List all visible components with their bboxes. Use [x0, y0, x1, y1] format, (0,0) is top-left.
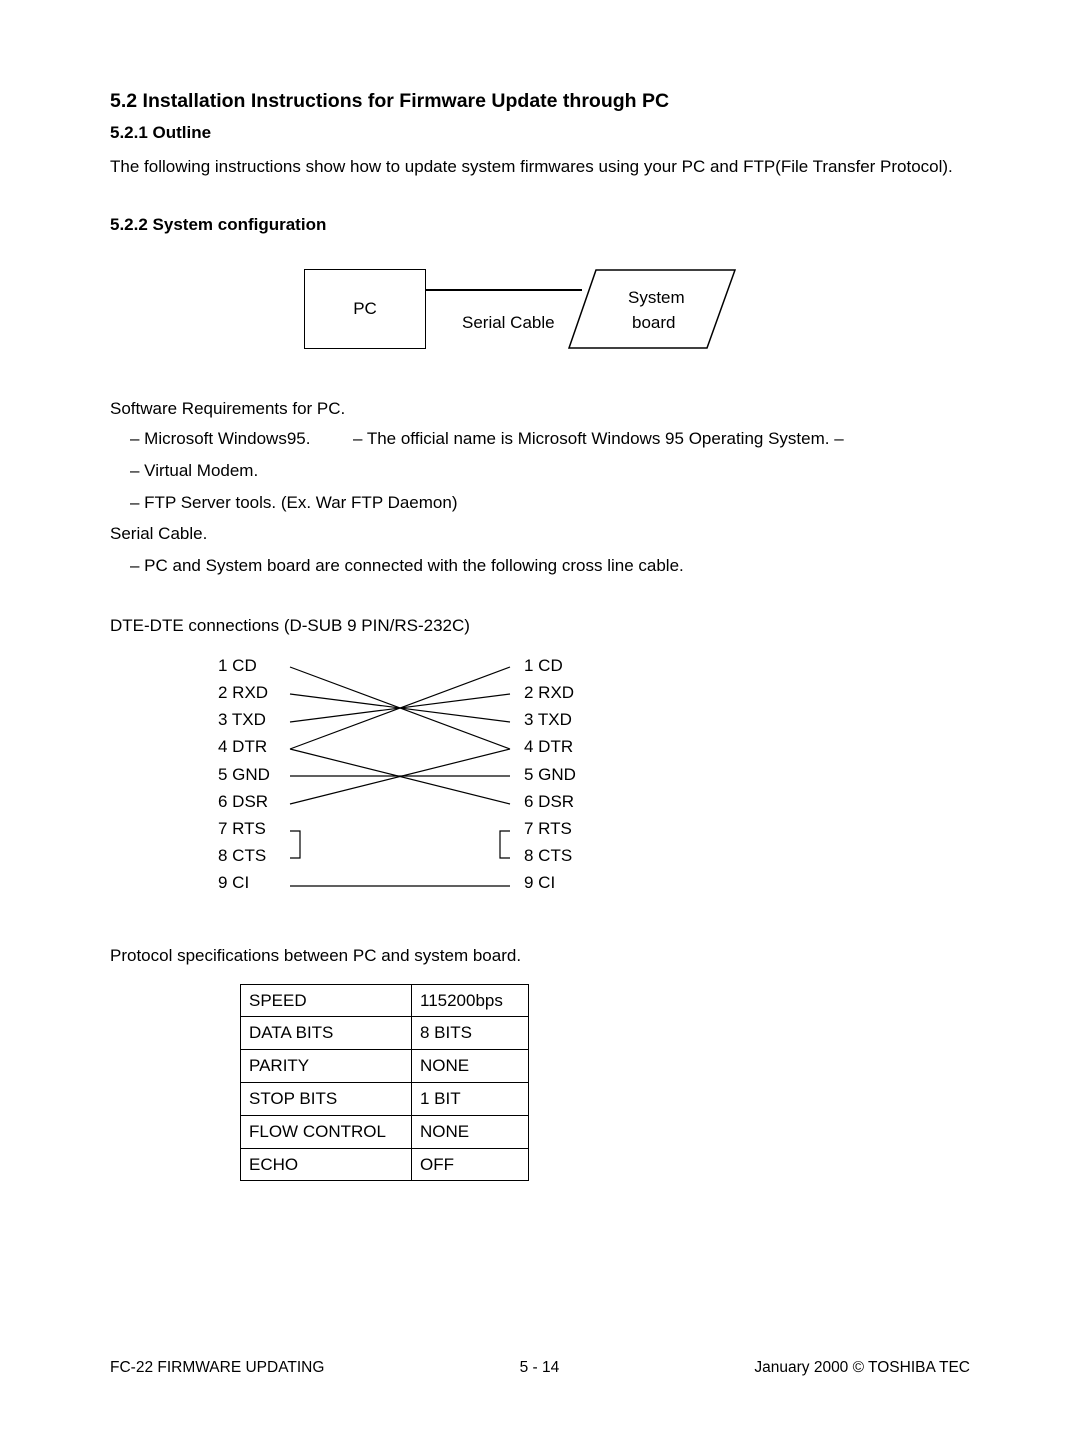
cell-k-1: DATA BITS [241, 1017, 412, 1050]
pin-right-2: 3 TXD [524, 710, 576, 730]
table-row: STOP BITS1 BIT [241, 1082, 529, 1115]
table-row: FLOW CONTROLNONE [241, 1115, 529, 1148]
swreq-item-0: – Microsoft Windows95. – The official na… [130, 427, 970, 451]
pin-right-1: 2 RXD [524, 683, 576, 703]
table-row: ECHOOFF [241, 1148, 529, 1181]
protocol-title: Protocol specifications between PC and s… [110, 944, 970, 968]
cell-v-1: 8 BITS [412, 1017, 529, 1050]
system-board-box: System board [568, 269, 736, 347]
pinout-lines [284, 661, 516, 911]
pin-left-8: 9 CI [218, 873, 249, 893]
pin-left-1: 2 RXD [218, 683, 268, 703]
pin-right-0: 1 CD [524, 656, 576, 676]
system-label-line1: System [628, 286, 685, 310]
pin-left-5: 6 DSR [218, 792, 268, 812]
software-req-head: Software Requirements for PC. [110, 397, 970, 421]
cell-k-4: FLOW CONTROL [241, 1115, 412, 1148]
swreq-item-1: – Virtual Modem. [130, 459, 970, 483]
cell-v-0: 115200bps [412, 984, 529, 1017]
protocol-table: SPEED115200bps DATA BITS8 BITS PARITYNON… [240, 984, 529, 1182]
heading-outline: 5.2.1 Outline [110, 121, 970, 145]
pin-right-column: 1 CD 2 RXD 3 TXD 4 DTR 5 GND 6 DSR 7 RTS… [524, 656, 576, 894]
cell-k-5: ECHO [241, 1148, 412, 1181]
cell-v-5: OFF [412, 1148, 529, 1181]
dte-title: DTE-DTE connections (D-SUB 9 PIN/RS-232C… [110, 614, 970, 638]
page-footer: FC-22 FIRMWARE UPDATING 5 - 14 January 2… [110, 1357, 970, 1379]
footer-mid: 5 - 14 [520, 1357, 560, 1379]
serial-cable-head: Serial Cable. [110, 522, 970, 546]
pin-left-6: 7 RTS [218, 819, 266, 839]
heading-main: 5.2 Installation Instructions for Firmwa… [110, 88, 970, 115]
table-row: PARITYNONE [241, 1050, 529, 1083]
table-row: SPEED115200bps [241, 984, 529, 1017]
system-label-line2: board [632, 311, 675, 335]
swreq-item-2: – FTP Server tools. (Ex. War FTP Daemon) [130, 491, 970, 515]
heading-sysconfig: 5.2.2 System configuration [110, 213, 970, 237]
serial-line [426, 289, 582, 291]
pin-left-4: 5 GND [218, 765, 270, 785]
system-diagram: PC Serial Cable System board [110, 249, 970, 379]
pin-left-7: 8 CTS [218, 846, 266, 866]
pc-label: PC [353, 297, 377, 321]
pin-right-8: 9 CI [524, 873, 576, 893]
cell-v-4: NONE [412, 1115, 529, 1148]
pin-left-3: 4 DTR [218, 737, 267, 757]
pin-left-0: 1 CD [218, 656, 257, 676]
pin-left-2: 3 TXD [218, 710, 266, 730]
cell-k-2: PARITY [241, 1050, 412, 1083]
pin-right-7: 8 CTS [524, 846, 576, 866]
pin-right-5: 6 DSR [524, 792, 576, 812]
footer-left: FC-22 FIRMWARE UPDATING [110, 1357, 324, 1379]
cell-k-0: SPEED [241, 984, 412, 1017]
outline-paragraph: The following instructions show how to u… [110, 151, 970, 183]
cell-v-2: NONE [412, 1050, 529, 1083]
pin-right-3: 4 DTR [524, 737, 576, 757]
pin-right-4: 5 GND [524, 765, 576, 785]
cell-v-3: 1 BIT [412, 1082, 529, 1115]
pc-box: PC [304, 269, 426, 349]
pin-left-column: 1 CD 2 RXD 3 TXD 4 DTR 5 GND 6 DSR 7 RTS… [218, 656, 270, 894]
serial-cable-item: – PC and System board are connected with… [130, 554, 970, 578]
footer-right: January 2000 © TOSHIBA TEC [754, 1357, 970, 1379]
serial-cable-label: Serial Cable [462, 311, 555, 335]
table-row: DATA BITS8 BITS [241, 1017, 529, 1050]
pin-right-6: 7 RTS [524, 819, 576, 839]
pinout-diagram: 1 CD 2 RXD 3 TXD 4 DTR 5 GND 6 DSR 7 RTS… [110, 656, 970, 916]
cell-k-3: STOP BITS [241, 1082, 412, 1115]
